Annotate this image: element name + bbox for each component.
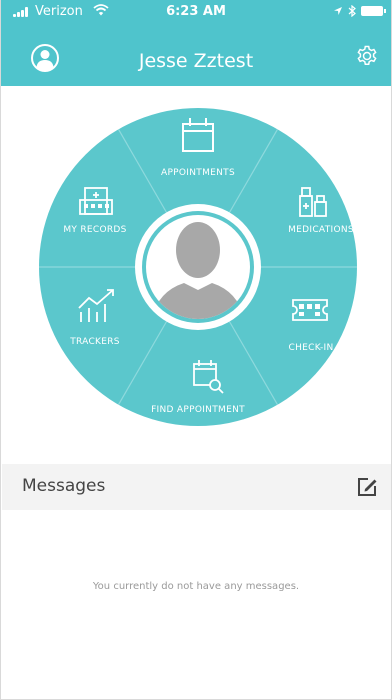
- messages-header: Messages: [2, 464, 391, 510]
- dashboard-wheel: APPOINTMENTS MEDICATIONS CHECK-IN FIND A…: [39, 108, 357, 426]
- system-icons: [333, 4, 386, 18]
- messages-title: Messages: [22, 476, 106, 496]
- appointments-label: APPOINTMENTS: [161, 168, 235, 178]
- bluetooth-icon: [348, 5, 356, 17]
- find-appointment-label: FIND APPOINTMENT: [151, 405, 245, 415]
- profile-picture[interactable]: [135, 204, 261, 330]
- messages-empty-state: You currently do not have any messages.: [92, 581, 300, 592]
- medications-label: MEDICATIONS: [288, 225, 354, 235]
- compose-icon[interactable]: [356, 476, 378, 498]
- nav-bar: Jesse Zztest: [1, 30, 391, 86]
- page-title: Jesse Zztest: [138, 50, 254, 72]
- check-in-label: CHECK-IN: [288, 343, 333, 353]
- my-records-label: MY RECORDS: [63, 225, 126, 235]
- app-header: Verizon 6:23 AM Jesse Zztest: [1, 0, 391, 86]
- app-screen: Verizon 6:23 AM Jesse Zztest APPOINTMENT…: [0, 0, 392, 700]
- gear-icon[interactable]: [355, 44, 379, 68]
- trackers-label: TRACKERS: [69, 337, 120, 347]
- location-arrow-icon: [334, 7, 342, 15]
- battery-icon: [361, 6, 386, 16]
- status-bar: Verizon 6:23 AM: [1, 0, 391, 22]
